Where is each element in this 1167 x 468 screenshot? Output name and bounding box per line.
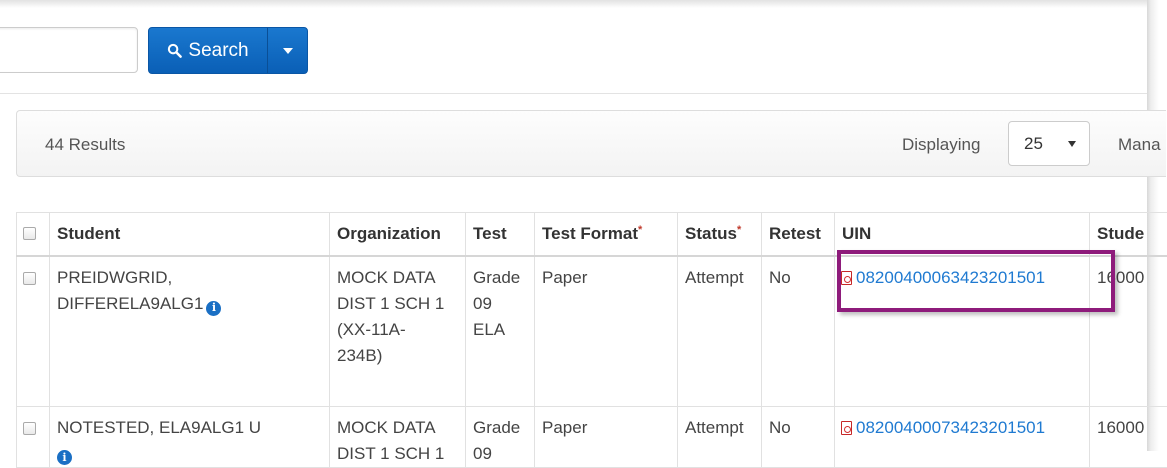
pdf-icon[interactable] xyxy=(841,421,852,435)
cell-retest: No xyxy=(762,256,835,406)
displaying-label: Displaying xyxy=(902,135,980,155)
search-button[interactable]: Search xyxy=(149,28,268,73)
search-button-group[interactable]: Search xyxy=(148,27,308,74)
window-top-edge xyxy=(0,0,1147,10)
student-name-line2: DIFFERELA9ALG1 xyxy=(57,294,203,313)
header-test[interactable]: Test xyxy=(466,213,535,257)
search-options-toggle[interactable] xyxy=(268,28,307,73)
results-toolbar: 44 Results Displaying 25 Mana xyxy=(16,110,1166,177)
cell-student-id: 16000 xyxy=(1090,406,1167,467)
cell-organization: MOCK DATA DIST 1 SCH 1 (XX-11A- 234B) xyxy=(330,256,466,406)
test-line: ELA xyxy=(473,317,534,343)
cell-student: PREIDWGRID, DIFFERELA9ALG1i xyxy=(50,256,330,406)
chevron-down-icon xyxy=(283,48,293,54)
select-all-cell[interactable] xyxy=(17,213,50,257)
student-name-line1: PREIDWGRID, xyxy=(57,265,329,291)
org-line: MOCK DATA xyxy=(337,265,465,291)
student-name-line1: NOTESTED, ELA9ALG1 U xyxy=(57,415,329,441)
org-line: MOCK DATA xyxy=(337,415,465,441)
cell-retest: No xyxy=(762,406,835,467)
results-count: 44 Results xyxy=(45,135,125,155)
row-checkbox[interactable] xyxy=(23,272,36,285)
cell-status: Attempt xyxy=(678,256,762,406)
chevron-down-icon xyxy=(1068,141,1076,147)
page-size-select[interactable]: 25 xyxy=(1008,121,1090,166)
header-student[interactable]: Student xyxy=(50,213,330,257)
divider xyxy=(0,93,1147,94)
org-line: DIST 1 SCH 1 xyxy=(337,291,465,317)
org-line: (XX-11A- xyxy=(337,317,465,343)
org-line: DIST 1 SCH 1 xyxy=(337,441,465,467)
test-line: Grade xyxy=(473,415,534,441)
required-marker: * xyxy=(638,224,642,236)
cell-uin: 08200400073423201501 xyxy=(835,406,1090,467)
row-select-cell[interactable] xyxy=(17,406,50,467)
header-status[interactable]: Status* xyxy=(678,213,762,257)
search-icon xyxy=(167,43,182,58)
row-select-cell[interactable] xyxy=(17,256,50,406)
cell-test-format: Paper xyxy=(535,406,678,467)
required-marker: * xyxy=(737,224,741,236)
header-retest[interactable]: Retest xyxy=(762,213,835,257)
test-line: 09 xyxy=(473,441,534,467)
cell-test: Grade 09 ELA xyxy=(466,256,535,406)
cell-organization: MOCK DATA DIST 1 SCH 1 xyxy=(330,406,466,467)
header-test-format[interactable]: Test Format* xyxy=(535,213,678,257)
page-size-value: 25 xyxy=(1024,134,1068,154)
manage-link[interactable]: Mana xyxy=(1118,135,1161,155)
row-checkbox[interactable] xyxy=(23,422,36,435)
cell-test: Grade 09 xyxy=(466,406,535,467)
test-line: Grade xyxy=(473,265,534,291)
test-line: 09 xyxy=(473,291,534,317)
cell-student: NOTESTED, ELA9ALG1 U i xyxy=(50,406,330,467)
header-organization[interactable]: Organization xyxy=(330,213,466,257)
select-all-checkbox[interactable] xyxy=(23,227,36,240)
uin-highlight-box xyxy=(837,250,1115,312)
org-line: 234B) xyxy=(337,343,465,369)
info-icon[interactable]: i xyxy=(57,450,72,465)
cell-test-format: Paper xyxy=(535,256,678,406)
cell-status: Attempt xyxy=(678,406,762,467)
table-row: NOTESTED, ELA9ALG1 U i MOCK DATA DIST 1 … xyxy=(17,406,1167,467)
search-input[interactable] xyxy=(0,27,138,73)
info-icon[interactable]: i xyxy=(206,301,221,316)
uin-link[interactable]: 08200400073423201501 xyxy=(856,418,1045,437)
search-button-label: Search xyxy=(188,40,248,62)
